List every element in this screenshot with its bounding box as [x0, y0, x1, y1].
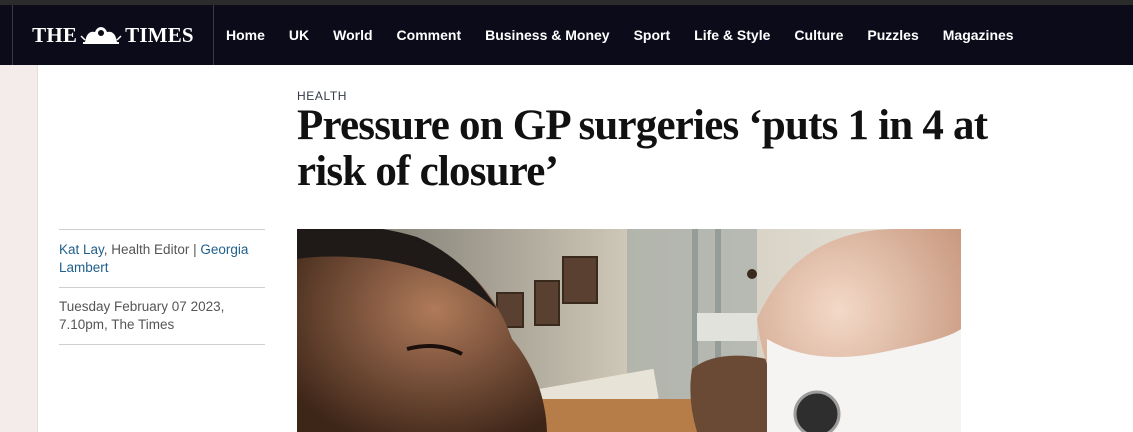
logo-text-times: TIMES — [125, 22, 194, 47]
article-headline: Pressure on GP surgeries ‘puts 1 in 4 at… — [297, 102, 988, 195]
hero-image — [297, 229, 961, 432]
nav-world[interactable]: World — [333, 27, 372, 43]
nav-magazines[interactable]: Magazines — [943, 27, 1014, 43]
author-role: , Health Editor | — [103, 242, 201, 257]
nav-puzzles[interactable]: Puzzles — [867, 27, 918, 43]
masthead-nav-bar: THE TIMES Home UK World Comment Business… — [0, 5, 1133, 65]
byline: Kat Lay, Health Editor | Georgia Lambert — [59, 230, 265, 287]
main-navigation: Home UK World Comment Business & Money S… — [214, 5, 1026, 65]
nav-home[interactable]: Home — [226, 27, 265, 43]
section-label[interactable]: HEALTH — [297, 89, 347, 103]
royal-crest-icon — [80, 27, 122, 44]
article-meta: Kat Lay, Health Editor | Georgia Lambert… — [59, 229, 265, 345]
nav-culture[interactable]: Culture — [794, 27, 843, 43]
publish-dateline: Tuesday February 07 2023, 7.10pm, The Ti… — [59, 299, 225, 332]
nav-sport[interactable]: Sport — [634, 27, 671, 43]
nav-life-style[interactable]: Life & Style — [694, 27, 770, 43]
author-link-kat-lay[interactable]: Kat Lay — [59, 242, 104, 257]
nav-uk[interactable]: UK — [289, 27, 309, 43]
logo-link[interactable]: THE TIMES — [12, 5, 214, 65]
logo-text-the: THE — [32, 22, 78, 47]
doctor-examining-baby-photo — [297, 229, 961, 432]
divider — [59, 344, 265, 345]
nav-comment[interactable]: Comment — [397, 27, 462, 43]
nav-business-money[interactable]: Business & Money — [485, 27, 609, 43]
the-times-logo: THE TIMES — [32, 23, 194, 48]
left-gutter — [0, 65, 38, 432]
